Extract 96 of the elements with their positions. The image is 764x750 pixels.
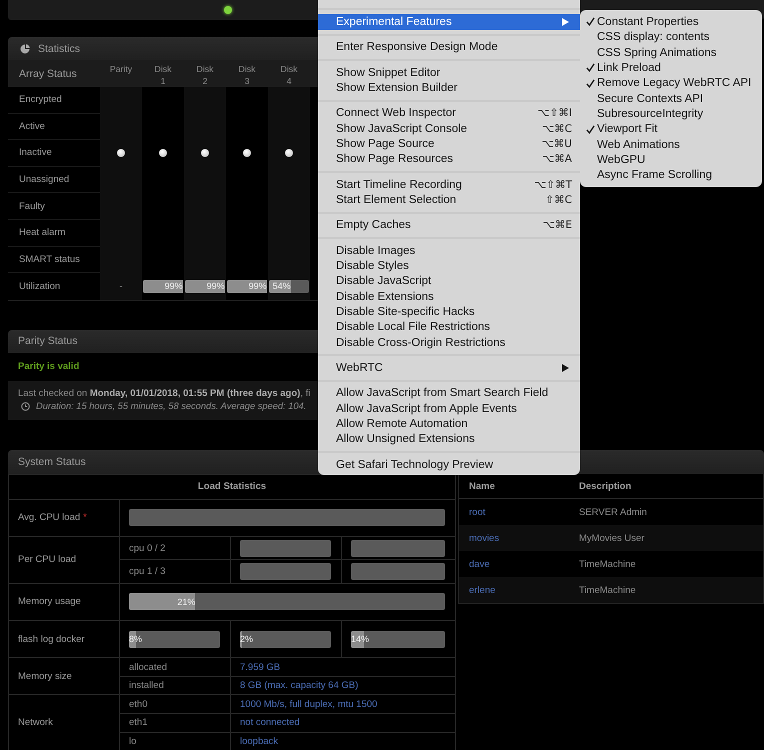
- user-link[interactable]: root: [469, 506, 486, 518]
- column-header: Disk 4: [280, 63, 298, 87]
- row-label: Unassigned: [19, 174, 70, 186]
- menu-item[interactable]: Disable Cross-Origin Restrictions: [318, 334, 580, 350]
- row-label: Per CPU load: [18, 554, 76, 566]
- menu-item[interactable]: CSS Spring Animations: [580, 44, 762, 60]
- column-header: Name: [469, 480, 495, 492]
- row-label: Heat alarm: [19, 227, 66, 238]
- info-value: loopback: [240, 736, 278, 747]
- info-value: 1000 Mb/s, full duplex, mtu 1500: [240, 698, 378, 710]
- menu-item[interactable]: Experimental Features: [318, 14, 580, 30]
- required-asterisk: *: [83, 512, 87, 524]
- info-value: 8 GB (max. capacity 64 GB): [240, 680, 358, 692]
- menu-item[interactable]: Allow JavaScript from Apple Events: [318, 400, 580, 416]
- menu-item[interactable]: Get Safari Technology Preview: [318, 456, 580, 472]
- row-label: eth0: [129, 698, 148, 710]
- column-header: Disk 1: [154, 63, 172, 87]
- percent-label: 54%: [272, 281, 291, 292]
- menu-item[interactable]: Secure Contexts API: [580, 90, 762, 106]
- menu-item[interactable]: Remove Legacy WebRTC API: [580, 76, 762, 91]
- last-checked-text: Last checked on Monday, 01/01/2018, 01:55 PM (three days ago), fi: [18, 388, 310, 399]
- pie-chart-icon: [20, 44, 30, 54]
- percent-label: 99%: [164, 281, 183, 292]
- row-label: Avg. CPU load: [18, 512, 80, 524]
- row-label: Memory size: [18, 670, 72, 682]
- info-value: not connected: [240, 717, 300, 728]
- menu-item[interactable]: WebGPU: [580, 152, 762, 168]
- menu-item[interactable]: Show Extension Builder: [318, 80, 580, 96]
- duration-text: Duration: 15 hours, 55 minutes, 58 seconds. Average speed: 104.: [36, 401, 306, 412]
- percent-label: 2%: [240, 634, 254, 644]
- table-cell: TimeMachine: [579, 584, 636, 596]
- parity-status: Parity is valid: [18, 361, 80, 372]
- percent-label: 8%: [129, 634, 142, 644]
- row-label: Network: [18, 717, 53, 728]
- table-cell: TimeMachine: [579, 558, 636, 570]
- menu-item[interactable]: Show Page Source ⌥⌘U: [318, 136, 580, 152]
- clock-icon: [21, 402, 30, 411]
- percent-label: 21%: [177, 596, 196, 607]
- column-header: Disk 3: [238, 63, 256, 87]
- row-label: Inactive: [19, 147, 52, 158]
- row-label: Faulty: [19, 200, 45, 212]
- menu-item[interactable]: Allow Remote Automation: [318, 416, 580, 432]
- column-header: Disk 2: [196, 63, 214, 87]
- menu-item[interactable]: CSS display: contents: [580, 30, 762, 45]
- column-header: Array Status: [19, 68, 77, 80]
- row-label: SMART status: [19, 254, 80, 265]
- menu-item[interactable]: Start Element Selection ⇧⌘C: [318, 192, 580, 208]
- menu-item[interactable]: Disable Site-specific Hacks: [318, 304, 580, 320]
- column-header: Parity: [110, 63, 132, 75]
- row-label: cpu 0 / 2: [129, 542, 166, 554]
- menu-item[interactable]: Disable Extensions: [318, 288, 580, 304]
- table-cell: SERVER Admin: [579, 506, 647, 518]
- menu-item[interactable]: Link Preload: [580, 60, 762, 76]
- row-label: cpu 1 / 3: [129, 566, 166, 577]
- user-link[interactable]: movies: [469, 532, 500, 544]
- menu-item[interactable]: Viewport Fit: [580, 122, 762, 137]
- row-label: flash log docker: [18, 634, 85, 645]
- row-label: Utilization: [19, 280, 60, 292]
- menu-item[interactable]: WebRTC: [318, 360, 580, 376]
- row-label: eth1: [129, 717, 148, 728]
- menu-item[interactable]: Show Page Resources ⌥⌘A: [318, 152, 580, 167]
- menu-item[interactable]: Disable Images: [318, 242, 580, 258]
- percent-label: 99%: [248, 281, 267, 292]
- menu-item[interactable]: Web Animations: [580, 136, 762, 152]
- percent-label: 99%: [206, 281, 225, 292]
- menu-item[interactable]: Disable Local File Restrictions: [318, 320, 580, 335]
- table-cell: -: [120, 281, 122, 292]
- user-link[interactable]: dave: [469, 558, 490, 570]
- row-label: allocated: [129, 662, 168, 673]
- info-value: 7.959 GB: [240, 662, 280, 673]
- menu-item[interactable]: Show JavaScript Console ⌥⌘C: [318, 120, 580, 136]
- menu-item[interactable]: Disable Styles: [318, 258, 580, 274]
- menu-item[interactable]: Empty Caches ⌥⌘E: [318, 218, 580, 233]
- menu-item[interactable]: Constant Properties: [580, 14, 762, 30]
- menu-item[interactable]: Connect Web Inspector ⌥⇧⌘I: [318, 106, 580, 121]
- menu-item[interactable]: Show Snippet Editor: [318, 64, 580, 80]
- menu-item[interactable]: Enter Responsive Design Mode: [318, 40, 580, 55]
- panel-title: Parity Status: [18, 335, 78, 348]
- menu-item[interactable]: Allow JavaScript from Smart Search Field: [318, 386, 580, 401]
- table-cell: MyMovies User: [579, 532, 644, 544]
- table-title: Load Statistics: [198, 481, 266, 492]
- row-label: installed: [129, 680, 164, 692]
- column-header: Description: [579, 480, 632, 492]
- menu-item[interactable]: Start Timeline Recording ⌥⇧⌘T: [318, 176, 580, 192]
- row-label: Memory usage: [18, 596, 81, 608]
- user-link[interactable]: erlene: [469, 584, 496, 596]
- row-label: Active: [19, 120, 45, 132]
- row-label: lo: [129, 736, 136, 747]
- panel-title: Statistics: [38, 42, 80, 54]
- menu-item[interactable]: Disable JavaScript: [318, 274, 580, 289]
- menu-item[interactable]: Allow Unsigned Extensions: [318, 432, 580, 447]
- menu-item[interactable]: SubresourceIntegrity: [580, 106, 762, 122]
- percent-label: 14%: [351, 634, 370, 644]
- row-label: Encrypted: [19, 94, 62, 106]
- panel-title: System Status: [18, 456, 86, 468]
- menu-item[interactable]: Async Frame Scrolling: [580, 168, 762, 183]
